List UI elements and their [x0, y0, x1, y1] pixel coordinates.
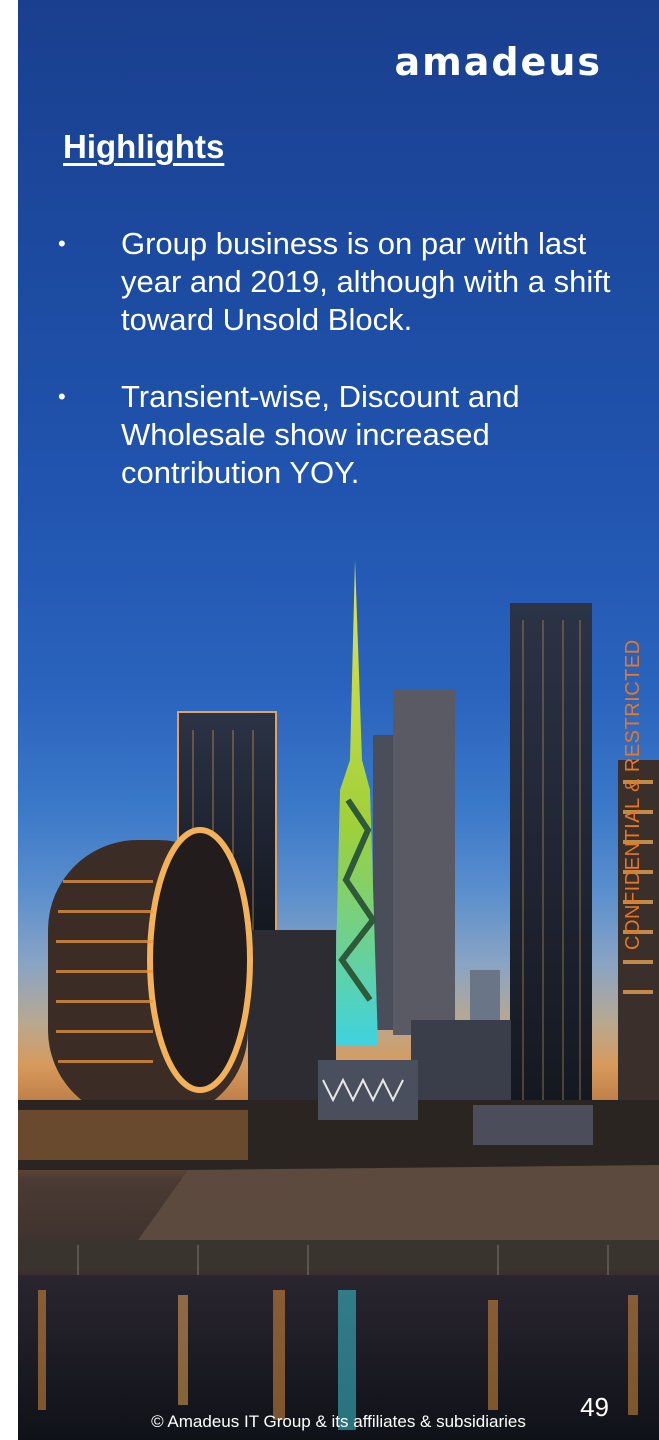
slide-page: amadeus Highlights • Group business is o… [0, 0, 659, 1440]
bullet-marker: • [58, 231, 66, 256]
bullet-item: • Transient-wise, Discount and Wholesale… [46, 378, 626, 492]
highlights-list: • Group business is on par with last yea… [46, 225, 626, 531]
left-margin [0, 0, 18, 1440]
bullet-marker: • [58, 384, 66, 409]
bullet-text: Transient-wise, Discount and Wholesale s… [121, 379, 520, 490]
classification-label: CONFIDENTIAL & RESTRICTED [622, 639, 644, 950]
copyright-footer: © Amadeus IT Group & its affiliates & su… [151, 1412, 526, 1431]
city-skyline-image [18, 560, 659, 1440]
amadeus-logo: amadeus [394, 40, 602, 84]
bullet-text: Group business is on par with last year … [121, 226, 611, 337]
slide-heading: Highlights [63, 128, 225, 165]
slide-background: amadeus Highlights • Group business is o… [18, 0, 659, 1440]
bullet-item: • Group business is on par with last yea… [46, 225, 626, 339]
